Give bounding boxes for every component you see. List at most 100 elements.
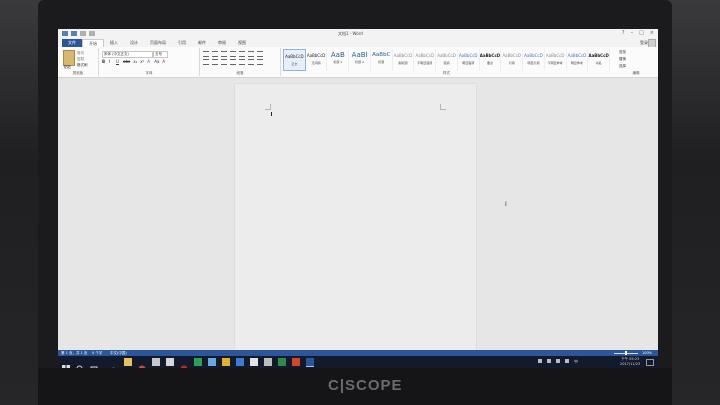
windows-start-icon[interactable]: [62, 358, 70, 368]
app-icon-grey[interactable]: [264, 358, 272, 366]
paste-icon[interactable]: [63, 50, 75, 66]
strikethrough-button[interactable]: abc: [123, 59, 130, 64]
distributed-icon[interactable]: [239, 59, 245, 65]
ime-indicator[interactable]: 中: [574, 359, 578, 365]
network-icon[interactable]: [538, 359, 542, 363]
select-button[interactable]: 选择: [619, 64, 656, 69]
clock[interactable]: 下午 05:23 2017/11/23: [620, 357, 640, 366]
italic-button[interactable]: I: [109, 59, 113, 64]
style-item[interactable]: AaBbCcD 无间隔: [306, 49, 328, 71]
save-icon[interactable]: [71, 31, 77, 36]
font-color-button[interactable]: A: [162, 59, 166, 64]
tab-references[interactable]: 引用: [172, 39, 192, 47]
tab-review[interactable]: 审阅: [212, 39, 232, 47]
tab-view[interactable]: 视图: [232, 39, 252, 47]
sort-icon[interactable]: [248, 51, 254, 57]
tab-design[interactable]: 设计: [124, 39, 144, 47]
style-item[interactable]: AaBbCcD 明显引用: [523, 49, 545, 71]
task-view-icon[interactable]: [90, 358, 98, 368]
volume-icon[interactable]: [547, 359, 551, 363]
maximize-button[interactable]: □: [639, 30, 644, 36]
numbering-icon[interactable]: [212, 51, 218, 57]
change-case-button[interactable]: Aa: [154, 59, 159, 64]
style-item[interactable]: AaBbCcD 明显参考: [567, 49, 589, 71]
word-taskbar-icon[interactable]: [306, 358, 314, 367]
style-item[interactable]: AaBbCcD 明显强调: [458, 49, 480, 71]
document-page[interactable]: [235, 84, 476, 352]
tab-home[interactable]: 开始: [82, 39, 104, 47]
style-sample: AaB: [330, 51, 345, 59]
app-icon-yellow[interactable]: [222, 358, 230, 366]
text-effects-button[interactable]: A: [147, 59, 151, 64]
powerpoint-icon[interactable]: [292, 358, 300, 366]
show-marks-icon[interactable]: [257, 51, 263, 57]
shading-icon[interactable]: [257, 59, 263, 65]
tab-file[interactable]: 文件: [62, 39, 82, 47]
close-button[interactable]: ×: [650, 30, 654, 36]
style-item[interactable]: AaBbCcD 要点: [480, 49, 502, 71]
sign-in-link[interactable]: 登录: [640, 40, 648, 46]
tab-mailings[interactable]: 邮件: [192, 39, 212, 47]
copy-button[interactable]: 复制: [77, 57, 84, 62]
tab-layout[interactable]: 页面布局: [144, 39, 172, 47]
style-item[interactable]: AaB 标题 1: [327, 49, 350, 71]
notifications-icon[interactable]: [646, 359, 654, 366]
wifi-icon[interactable]: [565, 359, 569, 363]
tab-insert[interactable]: 插入: [104, 39, 124, 47]
subscript-button[interactable]: x₂: [133, 59, 137, 64]
style-name: 引用: [508, 61, 515, 65]
search-icon[interactable]: [76, 358, 84, 368]
style-item[interactable]: AaBbCcD 书名: [588, 49, 611, 71]
style-name: 标题: [378, 60, 385, 64]
clipboard-group: 粘贴 剪切 复制 格式刷 剪贴板: [58, 48, 99, 76]
font-name-select[interactable]: 宋体 (中文正文): [102, 51, 153, 58]
file-explorer-icon[interactable]: [124, 358, 132, 366]
chrome-icon[interactable]: [138, 358, 146, 368]
store-icon[interactable]: [152, 358, 160, 366]
find-button[interactable]: 查找: [619, 50, 656, 55]
align-center-icon[interactable]: [212, 59, 218, 65]
styles-group-label: 样式: [443, 71, 450, 75]
undo-icon[interactable]: [80, 31, 86, 36]
bullets-icon[interactable]: [203, 51, 209, 57]
cut-button[interactable]: 剪切: [77, 51, 84, 56]
style-item[interactable]: AaBbCcD 引用: [501, 49, 524, 71]
app-icon-white[interactable]: [250, 358, 258, 366]
format-painter-button[interactable]: 格式刷: [77, 63, 88, 68]
minimize-button[interactable]: –: [631, 30, 634, 36]
paste-button[interactable]: 粘贴: [64, 65, 71, 70]
mail-icon[interactable]: [166, 358, 174, 366]
style-item[interactable]: AaBbCcD 不明显参考: [545, 49, 567, 71]
redo-icon[interactable]: [89, 31, 95, 36]
edge-icon[interactable]: e: [110, 358, 118, 368]
style-item[interactable]: AaBbCcD 强调: [436, 49, 458, 71]
style-item[interactable]: AaBbC 标题: [371, 49, 393, 71]
decrease-indent-icon[interactable]: [230, 51, 236, 57]
help-button[interactable]: ?: [622, 30, 625, 36]
multilevel-list-icon[interactable]: [221, 51, 227, 57]
increase-indent-icon[interactable]: [239, 51, 245, 57]
underline-button[interactable]: U: [116, 59, 120, 64]
style-name: 明显参考: [570, 61, 583, 65]
style-item[interactable]: AaBbCcD 副标题: [393, 49, 415, 71]
app-icon-blue[interactable]: [208, 358, 216, 366]
excel-icon[interactable]: [278, 358, 286, 366]
style-item[interactable]: AaBbCcD 不明显强调: [414, 49, 437, 71]
style-item[interactable]: AaBbCcD 正文: [283, 49, 306, 71]
style-item[interactable]: AaBl 标题 2: [349, 49, 371, 71]
superscript-button[interactable]: x²: [140, 59, 144, 64]
font-size-select[interactable]: 五号: [153, 51, 168, 58]
align-left-icon[interactable]: [203, 59, 209, 65]
line-spacing-icon[interactable]: [248, 59, 254, 65]
app-icon-red[interactable]: [180, 358, 188, 368]
bold-button[interactable]: B: [102, 59, 106, 64]
zoom-slider-thumb[interactable]: [625, 351, 627, 355]
align-right-icon[interactable]: [221, 59, 227, 65]
document-area[interactable]: I: [58, 78, 658, 352]
battery-icon[interactable]: [556, 359, 560, 363]
app-icon-arrow[interactable]: [236, 358, 244, 366]
app-icon-green[interactable]: [194, 358, 202, 366]
justify-icon[interactable]: [230, 59, 236, 65]
style-sample: AaBbCcD: [393, 53, 413, 58]
replace-button[interactable]: 替换: [619, 57, 656, 62]
